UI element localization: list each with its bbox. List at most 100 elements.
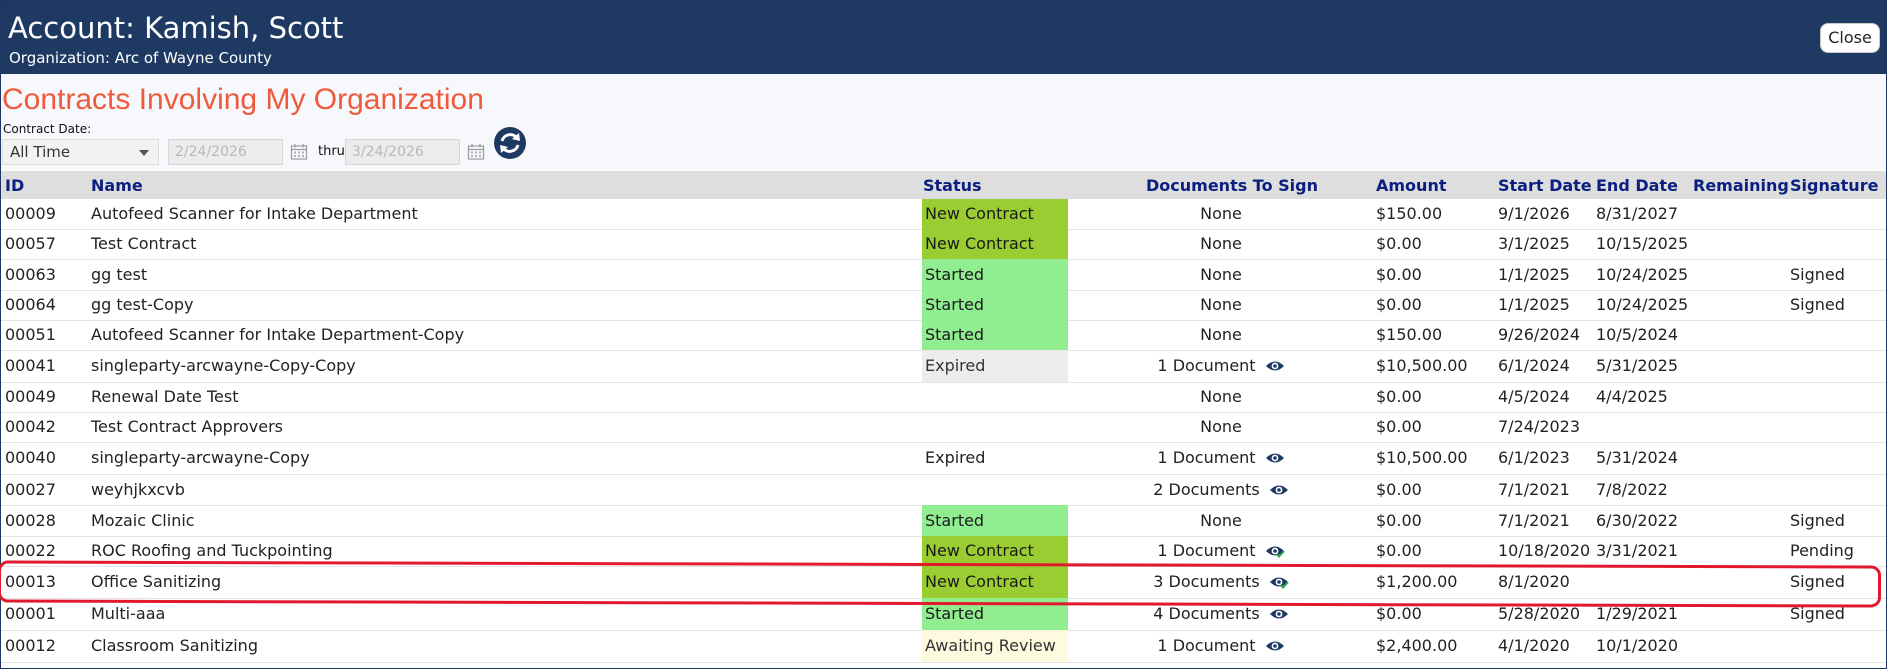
start-date-cell: 6/1/2024 [1498, 356, 1570, 375]
date-range-select[interactable]: All Time [2, 139, 159, 165]
end-date-cell: 10/24/2025 [1596, 265, 1689, 284]
documents-count: 1 Document [1157, 636, 1256, 655]
status-badge [922, 382, 1068, 412]
column-header-signature[interactable]: Signature [1790, 177, 1878, 195]
table-row[interactable]: 00009 Autofeed Scanner for Intake Departm… [1, 199, 1886, 230]
table-row[interactable]: 00049 Renewal Date Test None $0.00 4/5/2024 4… [1, 382, 1886, 413]
documents-count: 1 Document [1157, 356, 1256, 375]
table-row[interactable]: 00028 Mozaic Clinic Started None $0.00 7/1/20… [1, 505, 1886, 537]
eye-check-icon[interactable] [1265, 544, 1285, 558]
contract-name-cell[interactable]: Autofeed Scanner for Intake Department-C… [91, 326, 464, 344]
amount-cell: $150.00 [1376, 325, 1443, 344]
amount-cell: $0.00 [1376, 234, 1422, 253]
organization-line: Organization: Arc of Wayne County [9, 49, 272, 67]
end-date-cell: 10/5/2024 [1596, 325, 1679, 344]
contract-name-cell[interactable]: singleparty-arcwayne-Copy [91, 449, 310, 467]
documents-count: None [1200, 204, 1242, 223]
column-header-amount[interactable]: Amount [1376, 177, 1446, 195]
end-date-cell: 5/31/2024 [1596, 448, 1679, 467]
account-title: Account: Kamish, Scott [8, 11, 344, 45]
contract-name-cell[interactable]: Office Sanitizing [91, 573, 221, 591]
table-row[interactable]: 00027 weyhjkxcvb 2 Documents $0.00 7/1/2021 7… [1, 474, 1886, 506]
end-date-cell: 3/31/2021 [1596, 541, 1679, 560]
table-row[interactable]: 00064 gg test-Copy Started None $0.00 1/1/202… [1, 290, 1886, 321]
column-header-name[interactable]: Name [91, 177, 143, 195]
status-badge: New Contract [922, 199, 1068, 229]
amount-cell: $0.00 [1376, 511, 1422, 530]
amount-cell: $0.00 [1376, 387, 1422, 406]
contract-name-cell[interactable]: Renewal Date Test [91, 388, 238, 406]
table-header: ID Name Status Documents To Sign Amount … [1, 171, 1886, 199]
eye-icon[interactable] [1265, 451, 1285, 465]
table-row[interactable]: 00041 singleparty-arcwayne-Copy-Copy Expir… [1, 350, 1886, 383]
documents-count: None [1200, 295, 1242, 314]
table-row[interactable]: 00042 Test Contract Approvers None $0.00 7/2… [1, 412, 1886, 443]
contract-name-cell[interactable]: Mozaic Clinic [91, 512, 195, 530]
end-date-cell: 10/24/2025 [1596, 295, 1689, 314]
column-header-status[interactable]: Status [923, 177, 982, 195]
status-badge: Started [922, 290, 1068, 320]
end-date-cell: 10/1/2020 [1596, 636, 1679, 655]
documents-to-sign-cell: None [1101, 235, 1341, 253]
table-row[interactable]: 00051 Autofeed Scanner for Intake Departm… [1, 320, 1886, 351]
calendar-icon[interactable] [290, 143, 308, 161]
column-header-documents[interactable]: Documents To Sign [1146, 177, 1318, 195]
contract-name-cell[interactable]: singleparty-arcwayne-Copy-Copy [91, 357, 356, 375]
eye-icon[interactable] [1269, 607, 1289, 621]
end-date-cell: 10/15/2025 [1596, 234, 1689, 253]
start-date-cell: 6/1/2023 [1498, 448, 1570, 467]
table-row[interactable]: 00022 ROC Roofing and Tuckpointing New Con… [1, 536, 1886, 567]
end-date-cell: 7/8/2022 [1596, 480, 1668, 499]
eye-icon[interactable] [1265, 359, 1285, 373]
chevron-down-icon [139, 150, 149, 156]
end-date-cell: 1/29/2021 [1596, 604, 1679, 623]
contract-id-cell: 00063 [5, 265, 56, 284]
contract-id-cell: 00064 [5, 295, 56, 314]
documents-to-sign-cell: None [1101, 326, 1341, 344]
contract-name-cell[interactable]: weyhjkxcvb [91, 481, 185, 499]
contract-id-cell: 00051 [5, 325, 56, 344]
table-row[interactable]: 00040 singleparty-arcwayne-Copy Expired 1 D… [1, 442, 1886, 475]
contract-name-cell[interactable]: Multi-aaa [91, 605, 165, 623]
contract-name-cell[interactable]: Test Contract [91, 235, 196, 253]
contract-id-cell: 00041 [5, 356, 56, 375]
page-title: Contracts Involving My Organization [2, 83, 484, 116]
start-date-cell: 1/1/2025 [1498, 295, 1570, 314]
column-header-end-date[interactable]: End Date [1596, 177, 1678, 195]
refresh-icon[interactable] [493, 126, 527, 160]
to-date-input[interactable]: 3/24/2026 [345, 139, 460, 165]
eye-icon[interactable] [1265, 639, 1285, 653]
signature-cell: Signed [1790, 572, 1845, 591]
contract-name-cell[interactable]: ROC Roofing and Tuckpointing [91, 542, 333, 560]
amount-cell: $0.00 [1376, 265, 1422, 284]
documents-count: None [1200, 265, 1242, 284]
documents-count: None [1200, 417, 1242, 436]
table-row[interactable]: 00012 Classroom Sanitizing Awaiting Review… [1, 630, 1886, 663]
table-row[interactable]: 00057 Test Contract New Contract None $0.00 3… [1, 229, 1886, 260]
contract-name-cell[interactable]: gg test-Copy [91, 296, 193, 314]
documents-count: 1 Document [1157, 448, 1256, 467]
from-date-input[interactable]: 2/24/2026 [168, 139, 283, 165]
documents-count: 1 Document [1157, 541, 1256, 560]
column-header-start-date[interactable]: Start Date [1498, 177, 1592, 195]
calendar-icon[interactable] [467, 143, 485, 161]
contract-name-cell[interactable]: gg test [91, 266, 147, 284]
start-date-cell: 5/28/2020 [1498, 604, 1581, 623]
contract-name-cell[interactable]: Classroom Sanitizing [91, 637, 258, 655]
eye-check-icon[interactable] [1269, 575, 1289, 589]
table-row[interactable]: 00063 gg test Started None $0.00 1/1/2025 10/2… [1, 259, 1886, 291]
documents-to-sign-cell: None [1101, 388, 1341, 406]
contract-id-cell: 00022 [5, 541, 56, 560]
eye-icon[interactable] [1269, 483, 1289, 497]
table-row[interactable]: 00013 Office Sanitizing New Contract 3 Docu… [1, 566, 1886, 599]
column-header-remaining[interactable]: Remaining [1693, 177, 1789, 195]
status-badge: Started [922, 259, 1068, 290]
contract-name-cell[interactable]: Autofeed Scanner for Intake Department [91, 205, 418, 223]
documents-count: 3 Documents [1153, 572, 1260, 591]
contract-name-cell[interactable]: Test Contract Approvers [91, 418, 283, 436]
start-date-cell: 1/1/2025 [1498, 265, 1570, 284]
column-header-id[interactable]: ID [5, 177, 24, 195]
close-button[interactable]: Close [1820, 23, 1880, 53]
table-row[interactable]: 00001 Multi-aaa Started 4 Documents $0.00 5/2… [1, 598, 1886, 631]
status-badge [922, 412, 1068, 442]
